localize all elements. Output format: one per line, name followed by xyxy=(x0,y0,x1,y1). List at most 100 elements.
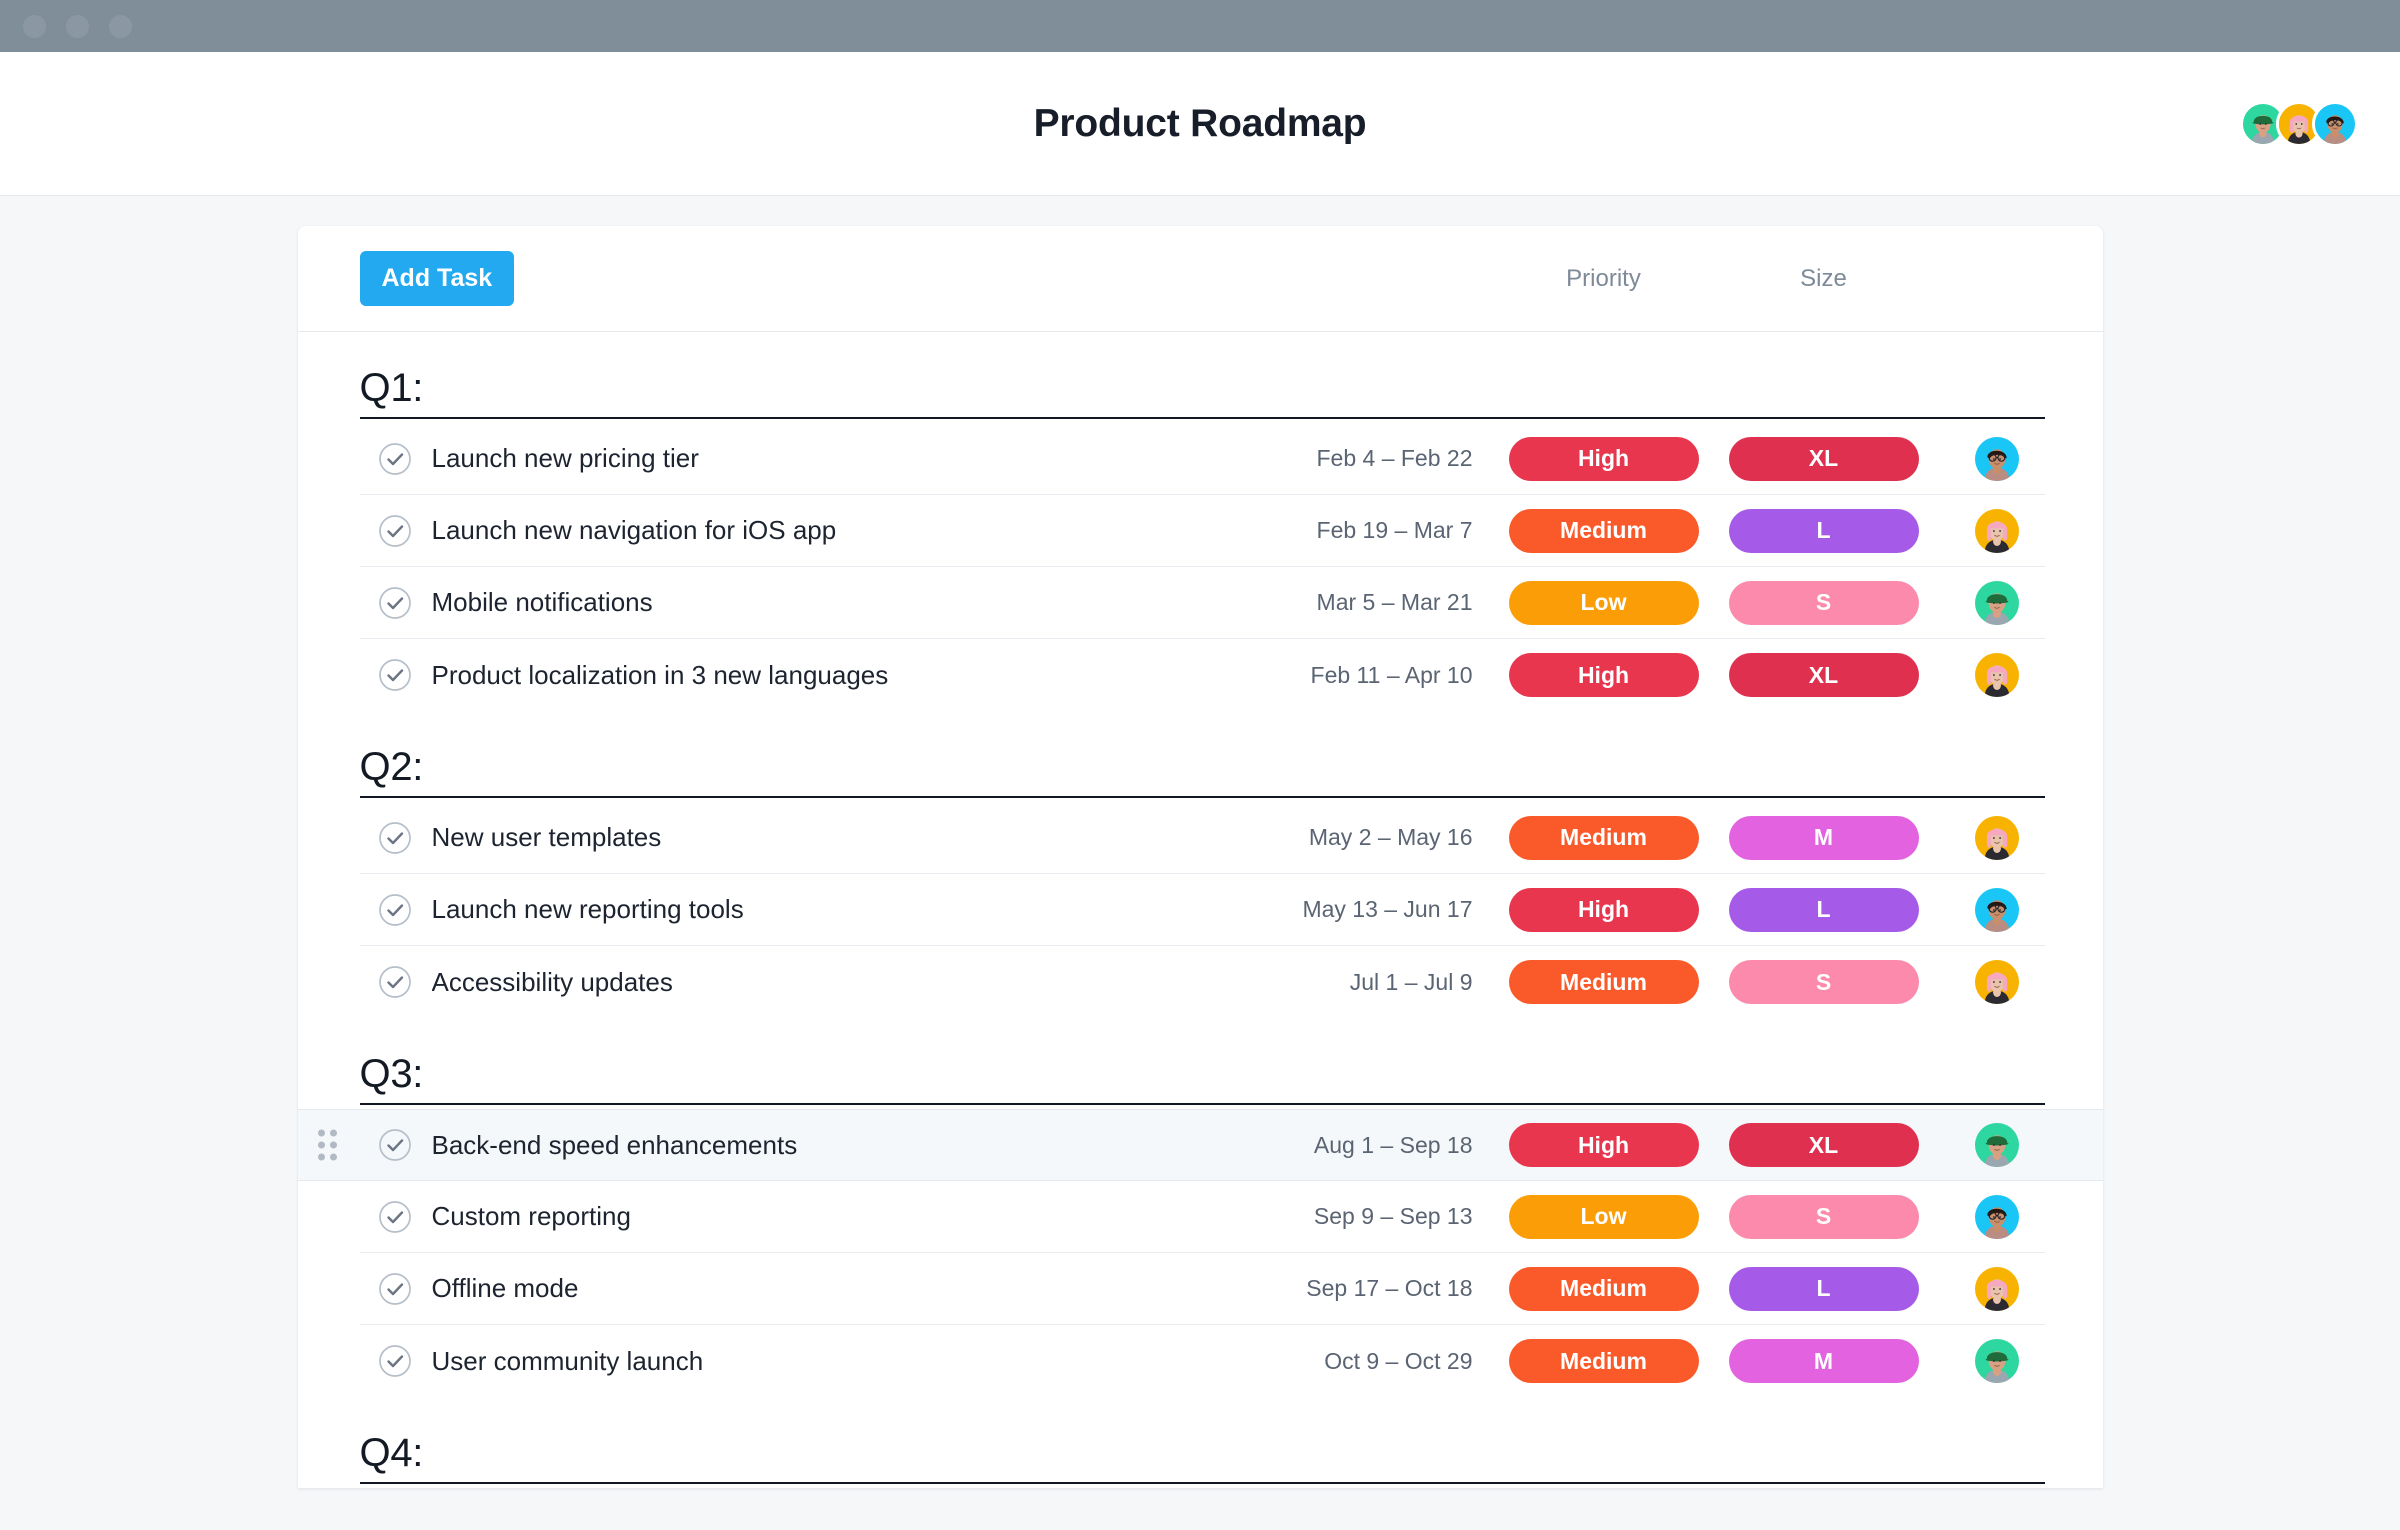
task-complete-checkbox-icon[interactable] xyxy=(378,1272,412,1306)
task-complete-checkbox-icon[interactable] xyxy=(378,658,412,692)
task-owner-avatar[interactable] xyxy=(1974,815,2019,860)
task-date-range: Mar 5 – Mar 21 xyxy=(1316,589,1473,615)
priority-badge[interactable]: Medium xyxy=(1508,1339,1699,1383)
task-name[interactable]: Launch new navigation for iOS app xyxy=(432,515,1317,546)
window-maximize-dot[interactable] xyxy=(109,14,132,38)
task-row[interactable]: Offline mode Sep 17 – Oct 18 Medium L xyxy=(359,1253,2045,1325)
size-badge[interactable]: M xyxy=(1728,1339,1919,1383)
column-header-size: Size xyxy=(1800,264,1847,292)
priority-badge[interactable]: High xyxy=(1508,436,1699,481)
size-badge[interactable]: L xyxy=(1728,1266,1919,1311)
window-close-dot[interactable] xyxy=(23,14,46,38)
task-owner-cell xyxy=(1949,1339,2045,1383)
task-name[interactable]: Custom reporting xyxy=(432,1201,1314,1232)
size-badge[interactable]: L xyxy=(1728,508,1919,553)
task-name[interactable]: User community launch xyxy=(432,1346,1325,1377)
task-complete-checkbox-icon[interactable] xyxy=(378,1128,412,1162)
task-owner-avatar[interactable] xyxy=(1974,580,2019,625)
task-row[interactable]: Launch new reporting tools May 13 – Jun 1… xyxy=(359,874,2045,946)
task-complete-checkbox-icon[interactable] xyxy=(378,965,412,999)
task-row[interactable]: Launch new pricing tier Feb 4 – Feb 22 Hig… xyxy=(359,423,2045,495)
task-owner-avatar[interactable] xyxy=(1974,436,2019,481)
section-q1: Q1: Launch new pricing tier Feb 4 – Feb 22… xyxy=(298,332,2103,711)
priority-badge[interactable]: Medium xyxy=(1508,960,1699,1004)
priority-badge[interactable]: Medium xyxy=(1508,815,1699,860)
task-owner-avatar[interactable] xyxy=(1974,1123,2019,1167)
task-owner-cell xyxy=(1949,436,2045,481)
task-owner-avatar[interactable] xyxy=(1974,1194,2019,1239)
task-date-range: May 13 – Jun 17 xyxy=(1302,896,1473,922)
task-row[interactable]: Back-end speed enhancements Aug 1 – Sep 1… xyxy=(297,1109,2103,1181)
page-title: Product Roadmap xyxy=(1033,101,1367,145)
task-owner-avatar[interactable] xyxy=(1974,1339,2019,1383)
task-name[interactable]: Offline mode xyxy=(432,1273,1307,1304)
task-row[interactable]: New user templates May 2 – May 16 Medium M xyxy=(359,802,2045,874)
priority-badge[interactable]: Low xyxy=(1508,1194,1699,1239)
task-name[interactable]: New user templates xyxy=(432,822,1309,853)
task-date-range: Sep 9 – Sep 13 xyxy=(1313,1203,1473,1229)
task-name[interactable]: Launch new pricing tier xyxy=(432,443,1317,474)
section-title: Q3: xyxy=(359,1052,424,1096)
size-badge[interactable]: S xyxy=(1728,960,1919,1004)
task-complete-checkbox-icon[interactable] xyxy=(378,821,412,855)
task-owner-cell xyxy=(1949,580,2045,625)
task-owner-avatar[interactable] xyxy=(1974,887,2019,932)
size-badge[interactable]: L xyxy=(1728,887,1919,932)
task-date-range: Oct 9 – Oct 29 xyxy=(1324,1347,1473,1374)
task-complete-checkbox-icon[interactable] xyxy=(378,1200,412,1234)
member-avatar-cyan[interactable] xyxy=(2312,100,2358,147)
section-divider xyxy=(359,1482,2045,1484)
column-header-priority: Priority xyxy=(1566,264,1641,292)
task-row[interactable]: User community launch Oct 9 – Oct 29 Mediu… xyxy=(360,1325,2045,1397)
task-name[interactable]: Product localization in 3 new languages xyxy=(432,660,1311,691)
task-owner-cell xyxy=(1949,653,2045,697)
section-title: Q1: xyxy=(359,366,424,410)
priority-badge[interactable]: High xyxy=(1508,887,1699,932)
section-q2: Q2: New user templates May 2 – May 16 Mediu… xyxy=(298,711,2103,1018)
window-minimize-dot[interactable] xyxy=(66,14,89,38)
priority-badge[interactable]: Medium xyxy=(1508,1266,1699,1311)
task-date-range: May 2 – May 16 xyxy=(1308,824,1473,850)
card-toolbar: Add Task Priority Size xyxy=(297,226,2103,332)
priority-badge[interactable]: High xyxy=(1508,653,1699,697)
add-task-button[interactable]: Add Task xyxy=(359,251,515,306)
size-badge[interactable]: S xyxy=(1728,1194,1919,1239)
task-owner-cell xyxy=(1949,1194,2045,1239)
task-owner-avatar[interactable] xyxy=(1974,1266,2019,1311)
task-owner-avatar[interactable] xyxy=(1974,508,2019,553)
page-body: Add Task Priority Size Q1: Launch new pri… xyxy=(0,196,2400,1488)
task-row[interactable]: Mobile notifications Mar 5 – Mar 21 Low S xyxy=(359,567,2045,639)
task-name[interactable]: Launch new reporting tools xyxy=(432,894,1303,925)
task-date-range: Aug 1 – Sep 18 xyxy=(1313,1131,1473,1158)
task-owner-cell xyxy=(1949,960,2045,1004)
task-complete-checkbox-icon[interactable] xyxy=(378,442,412,476)
roadmap-sections: Q1: Launch new pricing tier Feb 4 – Feb 22… xyxy=(297,332,2103,1484)
size-badge[interactable]: XL xyxy=(1728,1123,1919,1167)
task-row[interactable]: Launch new navigation for iOS app Feb 19 … xyxy=(359,495,2045,567)
task-row[interactable]: Product localization in 3 new languages F… xyxy=(360,639,2045,711)
task-row[interactable]: Accessibility updates Jul 1 – Jul 9 Medium… xyxy=(360,946,2045,1018)
task-date-range: Feb 11 – Apr 10 xyxy=(1310,661,1473,688)
task-row[interactable]: Custom reporting Sep 9 – Sep 13 Low S xyxy=(359,1181,2045,1253)
priority-badge[interactable]: Medium xyxy=(1508,508,1699,553)
task-name[interactable]: Back-end speed enhancements xyxy=(432,1130,1314,1161)
member-avatar-cluster[interactable] xyxy=(2240,100,2358,147)
task-owner-avatar[interactable] xyxy=(1974,653,2019,697)
size-badge[interactable]: S xyxy=(1728,580,1919,625)
task-owner-cell xyxy=(1949,887,2045,932)
drag-handle-icon[interactable] xyxy=(317,1129,337,1161)
size-badge[interactable]: XL xyxy=(1728,653,1919,697)
priority-badge[interactable]: High xyxy=(1508,1123,1699,1167)
task-owner-avatar[interactable] xyxy=(1974,960,2019,1004)
size-badge[interactable]: M xyxy=(1728,815,1919,860)
task-name[interactable]: Mobile notifications xyxy=(432,587,1317,618)
size-badge[interactable]: XL xyxy=(1728,436,1919,481)
section-q4: Q4: xyxy=(298,1397,2103,1484)
task-complete-checkbox-icon[interactable] xyxy=(378,586,412,620)
task-name[interactable]: Accessibility updates xyxy=(432,967,1350,998)
task-complete-checkbox-icon[interactable] xyxy=(378,514,412,548)
priority-badge[interactable]: Low xyxy=(1508,580,1699,625)
task-complete-checkbox-icon[interactable] xyxy=(378,1344,412,1378)
task-complete-checkbox-icon[interactable] xyxy=(378,893,412,927)
task-date-range: Jul 1 – Jul 9 xyxy=(1349,968,1473,995)
